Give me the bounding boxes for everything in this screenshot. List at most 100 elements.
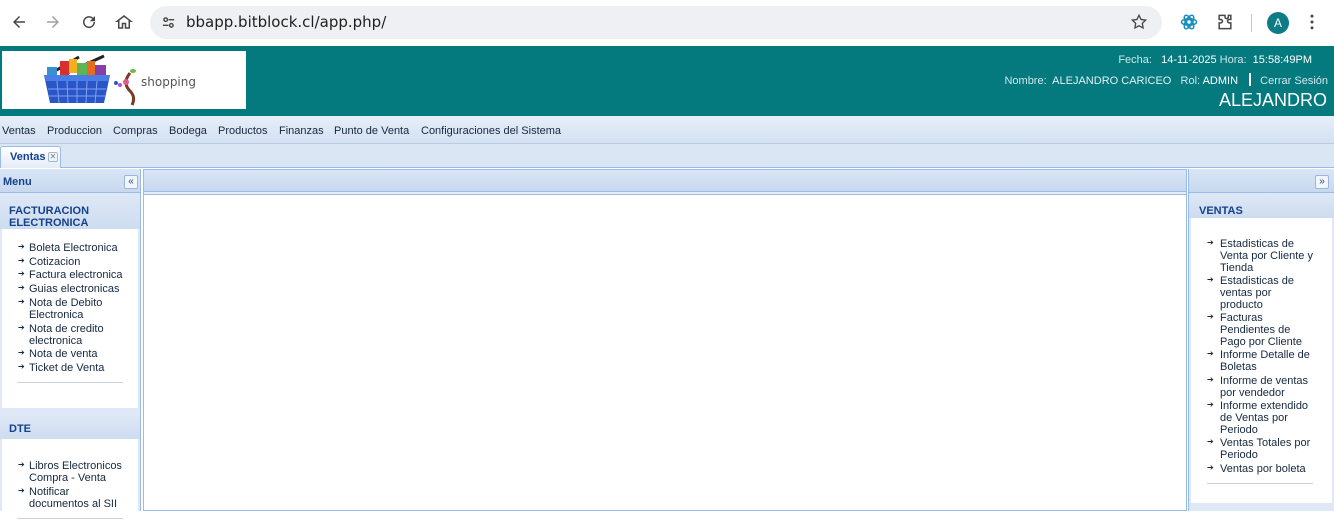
link-line: Nota de credito (29, 323, 104, 335)
link-nota-de-venta[interactable]: Nota de venta (29, 348, 98, 360)
arrow-icon: ➔ (18, 486, 25, 495)
tab-ventas[interactable]: Ventas ✕ (0, 146, 61, 168)
browser-menu-button[interactable] (1301, 11, 1323, 33)
link-line: Periodo (1220, 449, 1258, 461)
link-line: Pago por Cliente (1220, 336, 1302, 348)
menu-configuraciones[interactable]: Configuraciones del Sistema (421, 125, 561, 137)
link-line: electronica (29, 335, 83, 347)
section-facturacion-header[interactable]: FACTURACION ELECTRONICA (0, 193, 140, 229)
url-text[interactable]: bbapp.bitblock.cl/app.php/ (186, 13, 386, 31)
arrow-icon: ➔ (1207, 400, 1214, 409)
menu-bodega[interactable]: Bodega (169, 125, 207, 137)
link-ticket-de-venta[interactable]: Ticket de Venta (29, 362, 104, 374)
forward-button[interactable] (40, 9, 66, 35)
east-panel: » VENTAS ➔ Estadisticas de Venta por Cli… (1188, 169, 1334, 511)
browser-toolbar: bbapp.bitblock.cl/app.php/ A (0, 0, 1334, 46)
collapse-right-icon[interactable]: » (1315, 175, 1329, 189)
address-bar[interactable]: bbapp.bitblock.cl/app.php/ (150, 6, 1162, 39)
shopping-basket-logo-icon (44, 54, 136, 106)
menu-punto-de-venta[interactable]: Punto de Venta (334, 125, 409, 137)
hora-label: Hora: (1219, 54, 1247, 66)
arrow-icon: ➔ (18, 269, 25, 278)
link-nota-de-debito[interactable]: Nota de Debito Electronica (29, 297, 102, 321)
link-line: Estadisticas de (1220, 238, 1294, 250)
link-nota-de-credito[interactable]: Nota de credito electronica (29, 323, 104, 347)
link-ventas-por-boleta[interactable]: Ventas por boleta (1220, 463, 1306, 475)
section-title: VENTAS (1199, 205, 1243, 217)
link-libros-electronicos[interactable]: Libros Electronicos Compra - Venta (29, 460, 122, 484)
menu-productos[interactable]: Productos (218, 125, 268, 137)
back-button[interactable] (6, 9, 32, 35)
section-title: ELECTRONICA (9, 217, 89, 229)
menu-produccion[interactable]: Produccion (47, 125, 102, 137)
extensions-menu-button[interactable] (1214, 11, 1236, 33)
link-line: de Ventas por (1220, 412, 1288, 424)
extension-button[interactable] (1178, 11, 1200, 33)
reload-button[interactable] (76, 9, 102, 35)
section-dte-header[interactable]: DTE (0, 415, 140, 439)
west-panel-header: Menu « (0, 169, 140, 193)
kebab-menu-icon (1310, 14, 1314, 30)
link-line: Facturas (1220, 312, 1263, 324)
link-line: Estadisticas de (1220, 275, 1294, 287)
section-ventas-body: ➔ Estadisticas de Venta por Cliente y Ti… (1191, 218, 1332, 503)
arrow-icon: ➔ (18, 323, 25, 332)
close-icon[interactable]: ✕ (48, 152, 58, 162)
link-line: Tienda (1220, 262, 1254, 274)
link-informe-extendido[interactable]: Informe extendido de Ventas por Periodo (1220, 400, 1308, 436)
arrow-icon: ➔ (18, 283, 25, 292)
menu-finanzas[interactable]: Finanzas (279, 125, 324, 137)
center-panel-subheader (144, 192, 1186, 195)
app-header: shopping Fecha: 14-11-2025 Hora: 15:58:4… (0, 46, 1334, 116)
logout-link[interactable]: Cerrar Sesión (1260, 75, 1328, 87)
section-dte-body: ➔ Libros Electronicos Compra - Venta ➔ N… (2, 439, 138, 529)
link-estadisticas-cliente-tienda[interactable]: Estadisticas de Venta por Cliente y Tien… (1220, 238, 1313, 274)
link-line: ventas por (1220, 287, 1272, 299)
arrow-icon: ➔ (18, 256, 25, 265)
bookmark-star-icon[interactable] (1130, 13, 1148, 31)
link-line: Venta por Cliente y (1220, 250, 1313, 262)
site-settings-icon[interactable] (160, 14, 177, 31)
divider (17, 518, 123, 519)
link-line: Nota de Debito (29, 297, 103, 309)
profile-avatar[interactable]: A (1267, 12, 1289, 34)
section-facturacion-body: ➔ Boleta Electronica ➔ Cotizacion ➔ Fact… (2, 229, 138, 408)
collapse-left-icon[interactable]: « (124, 175, 138, 189)
link-facturas-pendientes[interactable]: Facturas Pendientes de Pago por Cliente (1220, 312, 1302, 348)
user-info: Nombre: ALEJANDRO CARICEO Rol: ADMIN Cer… (1004, 73, 1328, 87)
center-panel-header (144, 170, 1186, 192)
link-guias-electronicas[interactable]: Guias electronicas (29, 283, 120, 295)
fecha-label: Fecha: (1118, 54, 1152, 66)
home-icon (115, 15, 133, 29)
link-boleta-electronica[interactable]: Boleta Electronica (29, 242, 118, 254)
link-notificar-sii[interactable]: Notificar documentos al SII (29, 486, 117, 510)
link-cotizacion[interactable]: Cotizacion (29, 256, 80, 268)
link-factura-electronica[interactable]: Factura electronica (29, 269, 123, 281)
menu-compras[interactable]: Compras (113, 125, 158, 137)
link-line: Boletas (1220, 361, 1257, 373)
extension-icon (1180, 14, 1198, 30)
arrow-icon: ➔ (1207, 375, 1214, 384)
tab-strip: Ventas ✕ (0, 144, 1334, 168)
arrow-icon: ➔ (18, 297, 25, 306)
link-informe-detalle-boletas[interactable]: Informe Detalle de Boletas (1220, 349, 1310, 373)
rol-value: ADMIN (1202, 75, 1239, 87)
arrow-icon: ➔ (1207, 275, 1214, 284)
back-arrow-icon (13, 16, 25, 28)
link-line: documentos al SII (29, 498, 118, 510)
link-line: Informe extendido (1220, 400, 1309, 412)
link-line: Libros Electronicos (29, 460, 122, 472)
link-ventas-totales-periodo[interactable]: Ventas Totales por Periodo (1220, 437, 1310, 461)
arrow-icon: ➔ (1207, 349, 1214, 358)
link-informe-ventas-vendedor[interactable]: Informe de ventas por vendedor (1220, 375, 1308, 399)
west-menu-panel: Menu « FACTURACION ELECTRONICA ➔ Boleta … (0, 169, 141, 529)
header-separator (1249, 73, 1252, 86)
section-ventas-header[interactable]: VENTAS (1189, 193, 1334, 218)
menu-ventas[interactable]: Ventas (2, 125, 36, 137)
section-title: DTE (9, 423, 31, 435)
home-button[interactable] (111, 9, 137, 35)
hora-value: 15:58:49PM (1252, 54, 1312, 66)
fecha-value: 14-11-2025 (1161, 54, 1217, 66)
link-line: Informe Detalle de (1220, 349, 1310, 361)
link-estadisticas-producto[interactable]: Estadisticas de ventas por producto (1220, 275, 1294, 311)
